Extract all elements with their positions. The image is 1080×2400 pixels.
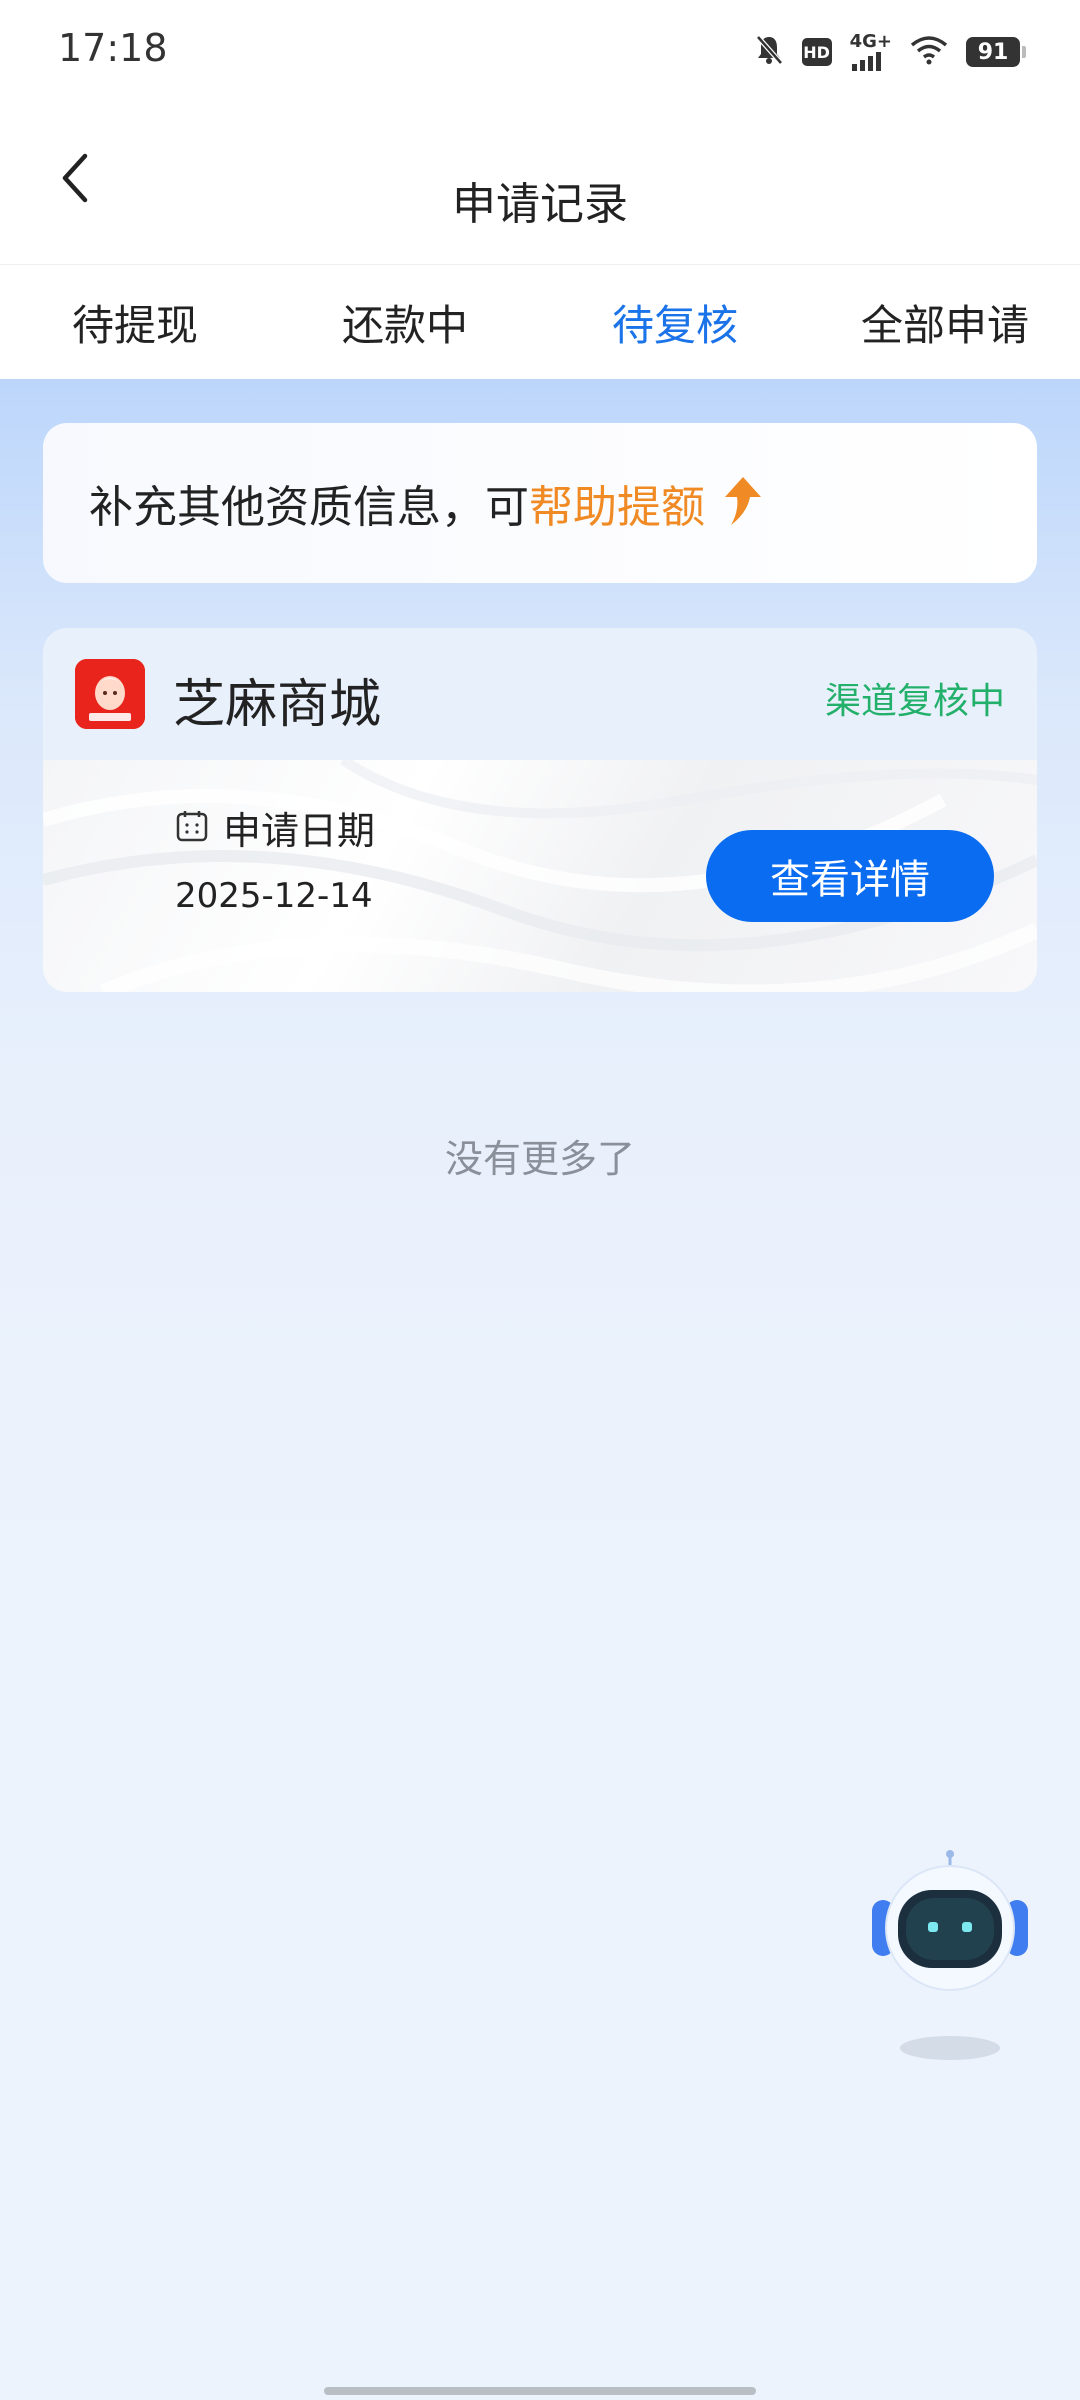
tab-pending-review[interactable]: 待复核 bbox=[540, 265, 810, 379]
tab-repaying[interactable]: 还款中 bbox=[270, 265, 540, 379]
credit-boost-banner[interactable]: 补充其他资质信息，可 帮助提额 bbox=[43, 423, 1037, 583]
assistant-robot-button[interactable] bbox=[868, 1848, 1032, 2068]
network-type: 4G+ bbox=[849, 31, 892, 52]
status-time: 17:18 bbox=[58, 26, 168, 70]
wifi-icon bbox=[910, 35, 948, 69]
view-details-button[interactable]: 查看详情 bbox=[706, 830, 994, 922]
signal-icon: 4G+ bbox=[850, 33, 892, 71]
mute-icon bbox=[754, 34, 784, 70]
tab-bar: 待提现 还款中 待复核 全部申请 bbox=[0, 265, 1080, 379]
card-body: 申请日期 2025-12-14 查看详情 bbox=[43, 760, 1037, 992]
arrow-up-icon bbox=[719, 475, 763, 531]
nav-bar: 申请记录 bbox=[0, 100, 1080, 265]
banner-text: 补充其他资质信息，可 bbox=[89, 482, 529, 533]
status-bar: 17:18 HD 4G+ 91 bbox=[0, 0, 1080, 100]
application-date: 2025-12-14 bbox=[175, 876, 373, 916]
hd-badge: HD bbox=[801, 38, 832, 66]
app-logo bbox=[75, 659, 145, 729]
status-icons: HD 4G+ 91 bbox=[754, 30, 1026, 74]
no-more-text: 没有更多了 bbox=[444, 1137, 635, 1181]
tab-pending-withdrawal[interactable]: 待提现 bbox=[0, 265, 270, 379]
card-header: 芝麻商城 渠道复核中 bbox=[43, 628, 1037, 760]
date-label-row: 申请日期 bbox=[175, 800, 375, 855]
review-status: 渠道复核中 bbox=[824, 681, 1005, 722]
banner-highlight: 帮助提额 bbox=[529, 482, 705, 533]
tab-all-applications[interactable]: 全部申请 bbox=[810, 265, 1080, 379]
application-card[interactable]: 芝麻商城 渠道复核中 申请日期 2025-12-14 查看详情 bbox=[43, 628, 1037, 992]
robot-icon bbox=[872, 1850, 1028, 2060]
home-indicator bbox=[324, 2387, 756, 2395]
page-title: 申请记录 bbox=[452, 179, 628, 230]
date-label: 申请日期 bbox=[223, 809, 376, 853]
app-name: 芝麻商城 bbox=[173, 675, 382, 735]
battery-indicator: 91 bbox=[966, 37, 1026, 67]
calendar-icon bbox=[175, 809, 209, 847]
